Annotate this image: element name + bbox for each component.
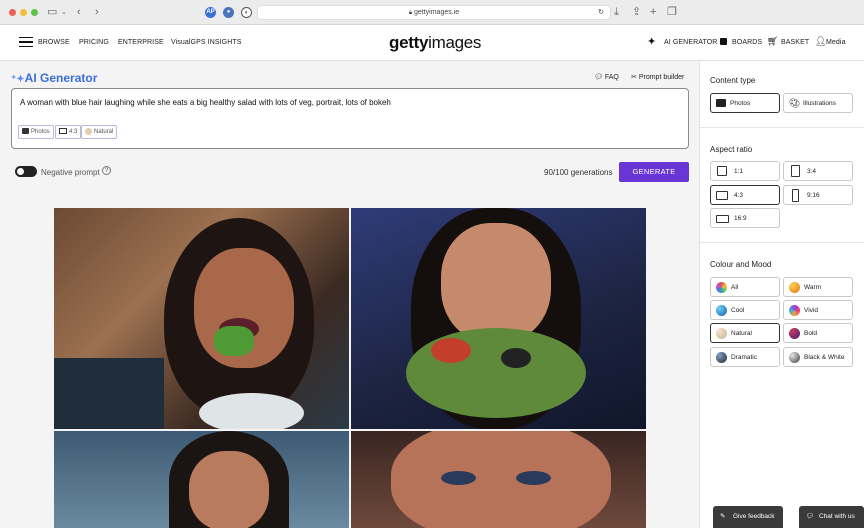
password-icon[interactable]: ●: [223, 7, 234, 18]
tall-icon: [792, 189, 799, 202]
nav-basket[interactable]: BASKET: [781, 39, 809, 46]
generated-image[interactable]: [351, 431, 646, 528]
rectangle-icon: [59, 128, 67, 135]
sparkle-icon: ⁺✦: [11, 74, 25, 85]
address-bar[interactable]: 🔒︎ gettyimages.ie ↻: [257, 5, 611, 20]
browser-toolbar: ▭ ⌄ ‹ › AP ● ◐ 🔒︎ gettyimages.ie ↻ ⤓ ⇪ +…: [0, 0, 864, 25]
mood-warm[interactable]: Warm: [783, 277, 853, 297]
reload-icon[interactable]: ↻: [598, 6, 604, 20]
aspect-ratio-title: Aspect ratio: [710, 145, 753, 154]
nav-pricing[interactable]: PRICING: [79, 39, 109, 46]
basket-icon: 🛒︎: [767, 36, 779, 46]
filter-sidebar: Content type Photos 🎨︎ Illustrations Asp…: [699, 61, 864, 528]
user-icon: 👤︎: [815, 36, 827, 46]
help-icon[interactable]: ?: [102, 166, 111, 175]
feedback-icon: ✎: [720, 513, 726, 520]
prompt-builder-link[interactable]: ✂︎ Prompt builder: [631, 73, 684, 81]
divider: [700, 242, 864, 243]
square-icon: [717, 166, 727, 176]
prompt-input[interactable]: A woman with blue hair laughing while sh…: [11, 88, 689, 149]
aspect-3-4[interactable]: 3:4: [783, 161, 853, 181]
nav-browse[interactable]: BROWSE: [38, 39, 70, 46]
ai-generator-title: ⁺✦AI Generator: [11, 71, 98, 85]
content-type-illustrations[interactable]: 🎨︎ Illustrations: [783, 93, 853, 113]
generate-button[interactable]: GENERATE: [619, 162, 689, 182]
aspect-9-16[interactable]: 9:16: [783, 185, 853, 205]
camera-icon: [716, 99, 726, 107]
content-type-title: Content type: [710, 76, 756, 85]
boards-icon: [720, 38, 727, 45]
mood-bold[interactable]: Bold: [783, 323, 853, 343]
aspect-16-9[interactable]: 16:9: [710, 208, 780, 228]
swatch-icon: [716, 328, 727, 339]
palette-icon: 🎨︎: [789, 98, 801, 108]
site-header: BROWSE PRICING ENTERPRISE VisualGPS INSI…: [0, 25, 864, 61]
chip-photos[interactable]: Photos: [18, 125, 54, 139]
wide-icon: [716, 215, 729, 223]
generated-image[interactable]: [54, 208, 349, 429]
swatch-icon: [789, 328, 800, 339]
swatch-icon: [789, 305, 800, 316]
menu-icon[interactable]: [19, 37, 33, 47]
sparkle-icon: ✦: [647, 36, 657, 48]
shield-icon[interactable]: ◐: [241, 7, 252, 18]
minimize-window-button[interactable]: [20, 9, 27, 16]
swatch-icon: [716, 352, 727, 363]
mood-black-white[interactable]: Black & White: [783, 347, 853, 367]
generations-count: 90/100 generations: [544, 168, 613, 177]
chat-icon: 💬︎: [806, 513, 815, 520]
chip-natural[interactable]: Natural: [81, 125, 118, 139]
share-icon[interactable]: ⇪: [632, 6, 641, 19]
nav-boards[interactable]: BOARDS: [732, 39, 762, 46]
mood-all[interactable]: All: [710, 277, 780, 297]
mood-dramatic[interactable]: Dramatic: [710, 347, 780, 367]
getty-images-logo[interactable]: gettyimages: [389, 33, 481, 53]
maximize-window-button[interactable]: [31, 9, 38, 16]
nav-media[interactable]: Media: [826, 39, 846, 46]
swatch-icon: [716, 282, 727, 293]
tools-icon: ✂︎: [631, 74, 637, 81]
generated-image[interactable]: [54, 431, 349, 528]
colour-mood-title: Colour and Mood: [710, 260, 772, 269]
give-feedback-button[interactable]: ✎ Give feedback: [713, 506, 783, 528]
swatch-icon: [789, 352, 800, 363]
portrait-icon: [791, 165, 800, 177]
aspect-4-3[interactable]: 4:3: [710, 185, 780, 205]
generator-panel: ⁺✦AI Generator 💬︎ FAQ ✂︎ Prompt builder …: [0, 61, 699, 528]
chat-bubble-icon: 💬︎: [594, 74, 603, 81]
faq-link[interactable]: 💬︎ FAQ: [594, 73, 619, 81]
sidebar-toggle-icon[interactable]: ▭: [47, 6, 57, 19]
lock-icon: 🔒︎: [408, 10, 413, 16]
swatch-icon: [789, 282, 800, 293]
forward-icon[interactable]: ›: [95, 6, 99, 19]
prompt-text[interactable]: A woman with blue hair laughing while sh…: [20, 98, 391, 107]
nav-visualgps[interactable]: VisualGPS INSIGHTS: [171, 39, 242, 46]
swatch-icon: [85, 127, 92, 135]
download-icon[interactable]: ⤓: [614, 6, 619, 19]
chat-button[interactable]: 💬︎ Chat with us: [799, 506, 864, 528]
content-type-photos[interactable]: Photos: [710, 93, 780, 113]
chevron-down-icon[interactable]: ⌄: [61, 6, 67, 19]
back-icon[interactable]: ‹: [77, 6, 81, 19]
aspect-1-1[interactable]: 1:1: [710, 161, 780, 181]
close-window-button[interactable]: [9, 9, 16, 16]
swatch-icon: [716, 305, 727, 316]
generated-image[interactable]: [351, 208, 646, 429]
nav-ai-generator[interactable]: AI GENERATOR: [664, 39, 717, 46]
mood-natural[interactable]: Natural: [710, 323, 780, 343]
camera-icon: [22, 128, 29, 135]
mood-vivid[interactable]: Vivid: [783, 300, 853, 320]
nav-enterprise[interactable]: ENTERPRISE: [118, 39, 164, 46]
negative-prompt-toggle[interactable]: [15, 166, 37, 177]
new-tab-icon[interactable]: +: [650, 6, 656, 19]
url-text: gettyimages.ie: [414, 9, 460, 16]
tabs-overview-icon[interactable]: ❐: [667, 6, 677, 19]
chip-aspect[interactable]: 4:3: [55, 125, 82, 139]
divider: [700, 127, 864, 128]
mood-cool[interactable]: Cool: [710, 300, 780, 320]
landscape-icon: [716, 191, 728, 200]
extension-icon[interactable]: AP: [205, 7, 216, 18]
negative-prompt-label: Negative prompt: [41, 168, 100, 177]
